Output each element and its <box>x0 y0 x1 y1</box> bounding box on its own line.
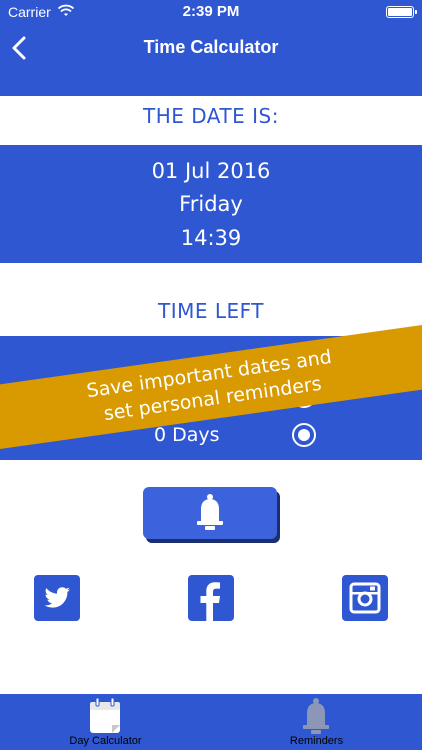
status-bar: Carrier 2:39 PM <box>0 0 422 24</box>
date-heading: THE DATE IS: <box>143 104 279 128</box>
tab-label-reminders: Reminders <box>289 735 344 747</box>
tab-bar: Day Calculator Reminders <box>0 694 422 750</box>
status-time: 2:39 PM <box>182 3 240 20</box>
facebook-button[interactable] <box>188 575 234 621</box>
nav-bar: Time Calculator <box>0 24 422 72</box>
bell-icon <box>197 494 223 530</box>
current-time: 14:39 <box>180 226 242 250</box>
calendar-icon <box>90 697 120 733</box>
twitter-button[interactable] <box>34 575 80 621</box>
battery-icon <box>386 6 417 18</box>
bell-icon <box>303 698 329 734</box>
days-radio[interactable] <box>292 423 316 447</box>
tab-reminders[interactable]: Reminders <box>211 694 422 750</box>
instagram-icon <box>349 582 381 614</box>
instagram-button[interactable] <box>342 575 388 621</box>
current-weekday: Friday <box>179 192 243 216</box>
time-left-heading: TIME LEFT <box>157 299 264 323</box>
tab-day-calculator[interactable]: Day Calculator <box>0 694 211 750</box>
date-panel: 01 Jul 2016 Friday 14:39 <box>0 145 422 263</box>
days-label: 0 Days <box>154 424 220 446</box>
current-date: 01 Jul 2016 <box>151 159 271 183</box>
top-bar: Carrier 2:39 PM Time Calculator <box>0 0 422 96</box>
twitter-icon <box>44 587 70 608</box>
page-title: Time Calculator <box>143 37 279 57</box>
tab-label-day-calculator: Day Calculator <box>69 735 142 747</box>
add-reminder-button[interactable] <box>143 487 277 539</box>
facebook-icon <box>200 582 220 621</box>
